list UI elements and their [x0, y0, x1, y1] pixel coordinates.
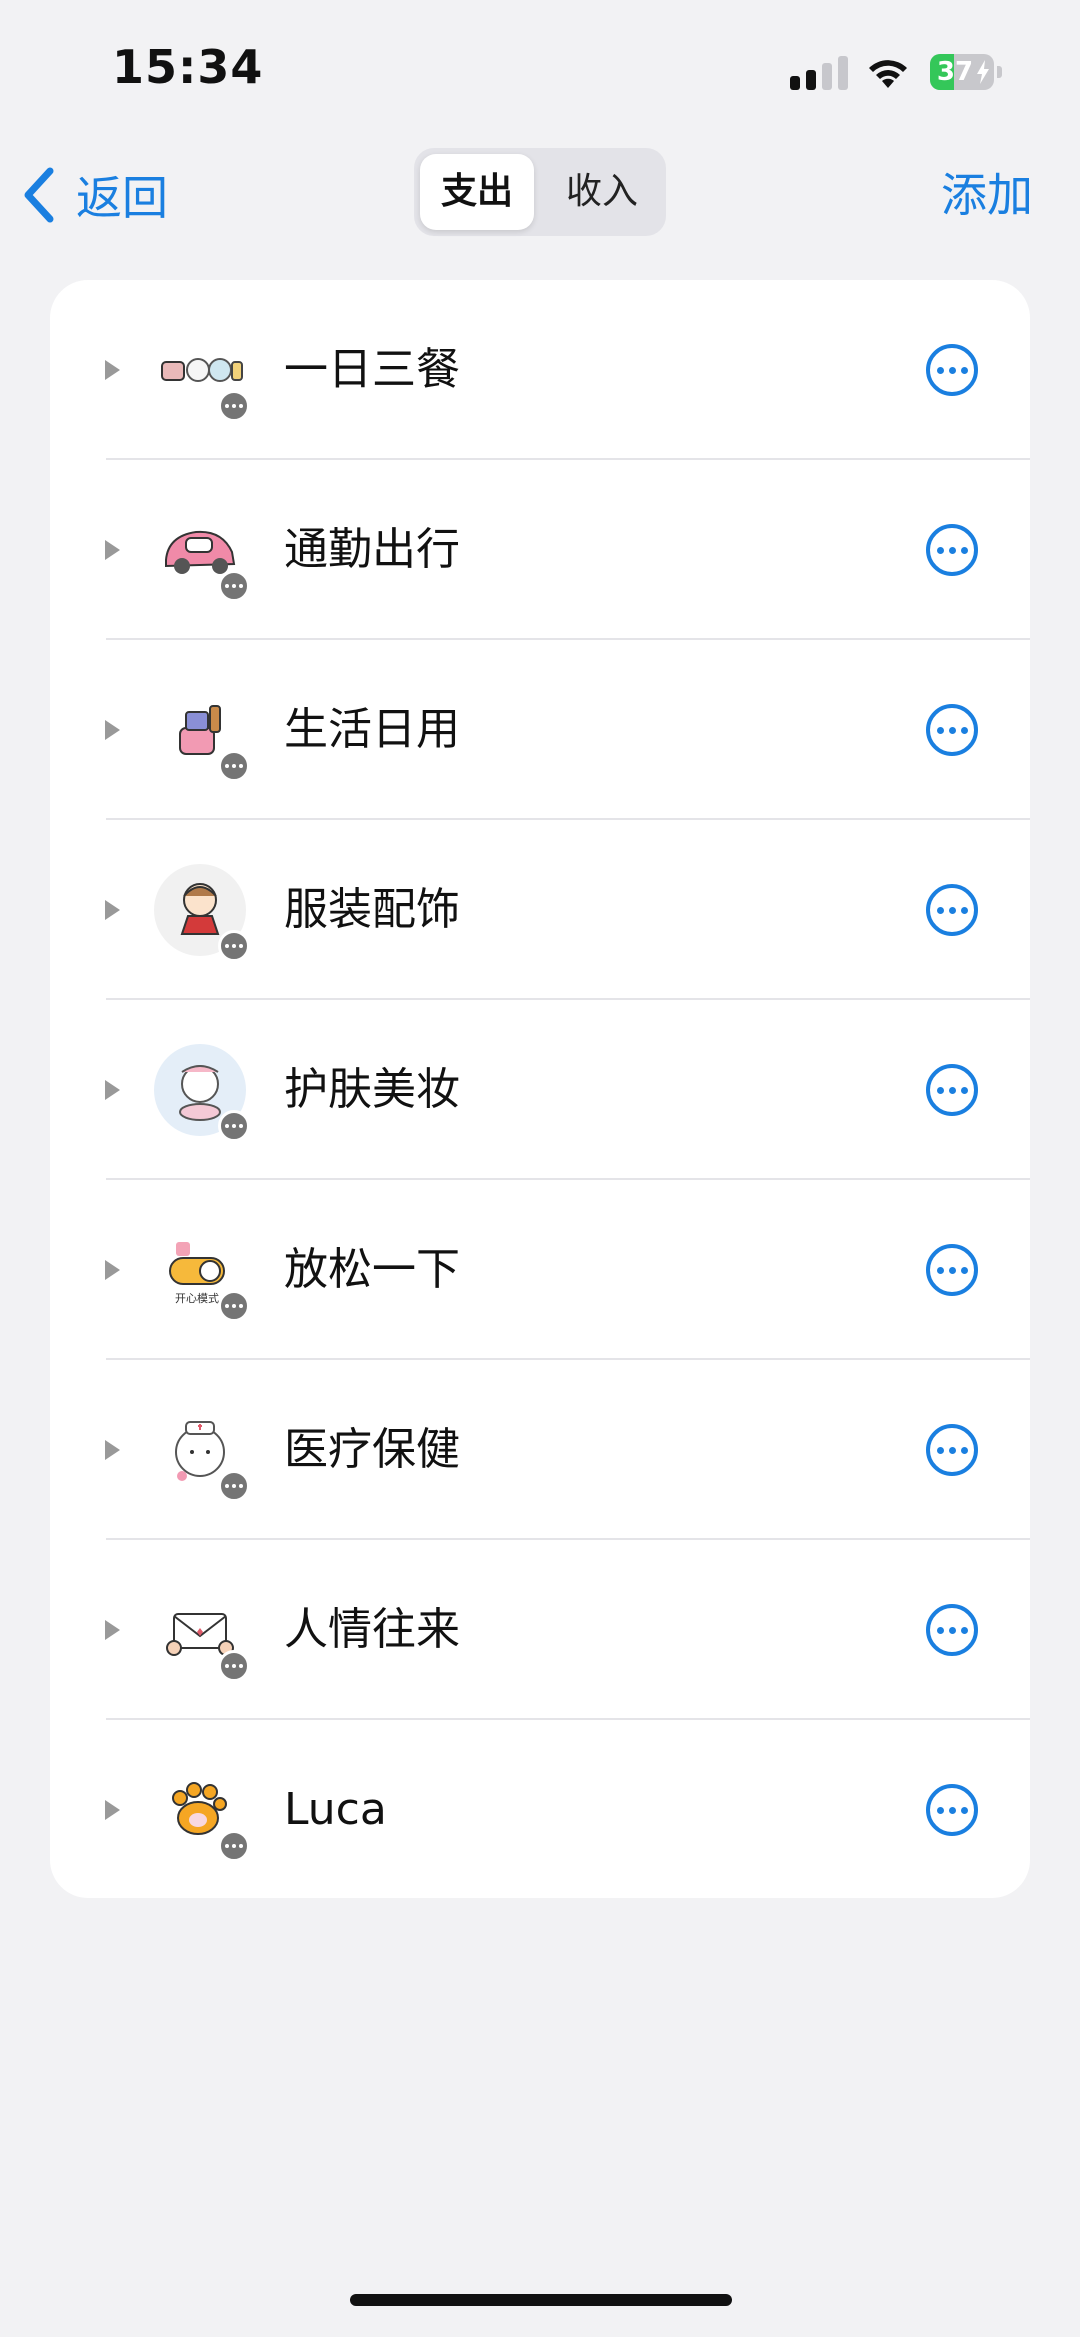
category-label: 人情往来: [284, 1604, 460, 1655]
more-options-button[interactable]: [926, 1604, 978, 1656]
more-badge-icon: [218, 390, 250, 422]
category-row[interactable]: 通勤出行: [50, 460, 1030, 640]
category-label: 服装配饰: [284, 884, 460, 935]
more-badge-icon: [218, 1470, 250, 1502]
more-badge-icon: [218, 1830, 250, 1862]
more-options-button[interactable]: [926, 344, 978, 396]
category-row[interactable]: 医疗保健: [50, 1360, 1030, 1540]
disclosure-triangle-icon[interactable]: [102, 1078, 122, 1102]
category-row[interactable]: 开心模式 放松一下: [50, 1180, 1030, 1360]
category-label: 通勤出行: [284, 524, 460, 575]
more-options-button[interactable]: [926, 524, 978, 576]
disclosure-triangle-icon[interactable]: [102, 1798, 122, 1822]
category-label: 护肤美妆: [284, 1064, 460, 1115]
relax-sticker-text: 开心模式: [175, 1292, 219, 1305]
more-badge-icon: [218, 1650, 250, 1682]
add-button[interactable]: 添加: [941, 160, 1033, 230]
segment-expense[interactable]: 支出: [420, 154, 534, 230]
back-button[interactable]: 返回: [20, 160, 168, 230]
more-options-button[interactable]: [926, 1244, 978, 1296]
charging-bolt-icon: [977, 60, 989, 84]
status-bar: 15:34 37: [0, 0, 1080, 140]
category-row[interactable]: 护肤美妆: [50, 1000, 1030, 1180]
status-time: 15:34: [112, 40, 264, 94]
category-row[interactable]: 服装配饰: [50, 820, 1030, 1000]
back-label: 返回: [76, 171, 168, 225]
more-badge-icon: [218, 1110, 250, 1142]
disclosure-triangle-icon[interactable]: [102, 1258, 122, 1282]
battery-icon: 37: [930, 54, 1004, 90]
more-options-button[interactable]: [926, 884, 978, 936]
battery-percent: 37: [936, 57, 974, 87]
disclosure-triangle-icon[interactable]: [102, 898, 122, 922]
more-options-button[interactable]: [926, 1064, 978, 1116]
segment-income[interactable]: 收入: [544, 154, 660, 230]
more-badge-icon: [218, 1290, 250, 1322]
category-list: 一日三餐 通勤出行 生活日用 服装配饰 护肤美妆 开心模式 放松一下 医疗保健 …: [50, 280, 1030, 1898]
navigation-bar: 返回 支出 收入 添加: [0, 140, 1080, 250]
category-label: 医疗保健: [284, 1424, 460, 1475]
category-label: Luca: [284, 1784, 387, 1835]
cellular-signal-icon: [790, 56, 848, 90]
wifi-icon: [869, 60, 907, 88]
more-options-button[interactable]: [926, 704, 978, 756]
more-badge-icon: [218, 750, 250, 782]
category-label: 一日三餐: [284, 344, 460, 395]
disclosure-triangle-icon[interactable]: [102, 538, 122, 562]
category-label: 放松一下: [284, 1244, 460, 1295]
category-row[interactable]: Luca: [50, 1720, 1030, 1898]
more-badge-icon: [218, 930, 250, 962]
chevron-left-icon: [24, 167, 54, 223]
category-row[interactable]: 生活日用: [50, 640, 1030, 820]
type-segmented-control: 支出 收入: [414, 148, 666, 236]
category-label: 生活日用: [284, 704, 460, 755]
disclosure-triangle-icon[interactable]: [102, 718, 122, 742]
home-indicator[interactable]: [350, 2294, 732, 2306]
more-options-button[interactable]: [926, 1784, 978, 1836]
disclosure-triangle-icon[interactable]: [102, 1618, 122, 1642]
disclosure-triangle-icon[interactable]: [102, 358, 122, 382]
category-row[interactable]: 人情往来: [50, 1540, 1030, 1720]
category-row[interactable]: 一日三餐: [50, 280, 1030, 460]
more-options-button[interactable]: [926, 1424, 978, 1476]
more-badge-icon: [218, 570, 250, 602]
disclosure-triangle-icon[interactable]: [102, 1438, 122, 1462]
